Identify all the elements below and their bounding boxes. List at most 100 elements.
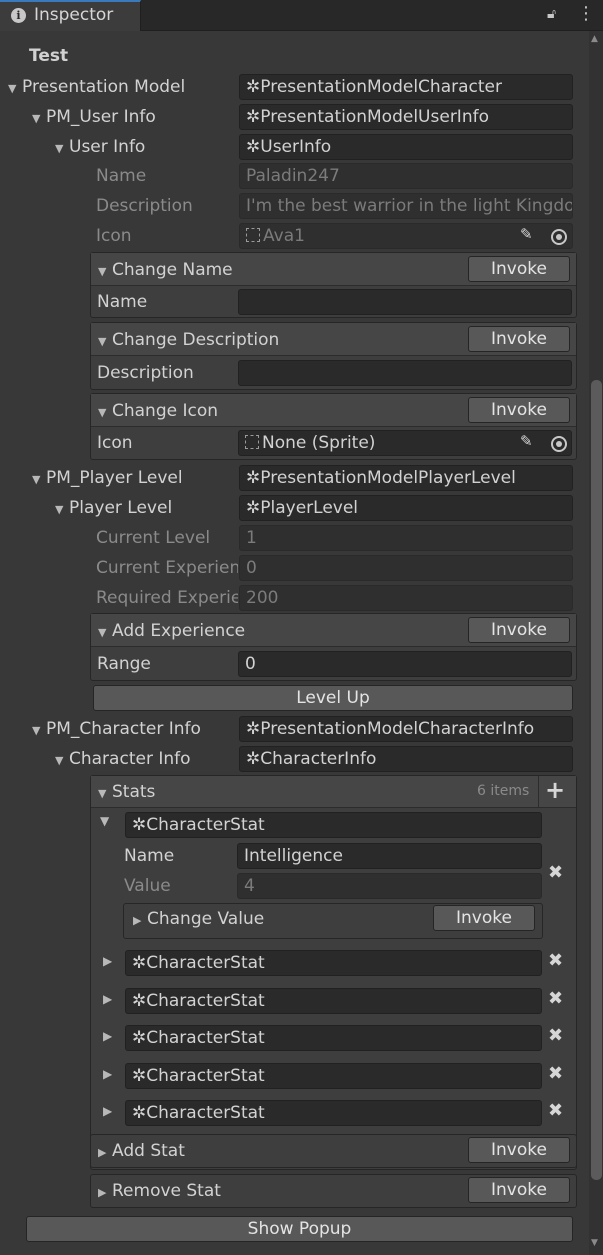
current-experience-label: Current Experien <box>96 558 238 578</box>
foldout-closed-icon[interactable]: ▶ <box>103 1029 112 1043</box>
pm-character-info-value: PresentationModelCharacterInfo <box>260 719 535 739</box>
stat-element-field[interactable]: ✲CharacterStat <box>125 1063 542 1089</box>
change-name-foldout[interactable]: ▼ Change Name <box>98 257 233 283</box>
foldout-open-icon[interactable]: ▼ <box>100 814 109 828</box>
pm-user-info-field[interactable]: ✲PresentationModelUserInfo <box>239 104 573 130</box>
required-experience-field: 200 <box>239 585 573 611</box>
add-stat-invoke-button[interactable]: Invoke <box>468 1137 570 1163</box>
stats-foldout[interactable]: ▼ Stats <box>98 779 155 805</box>
presentation-model-value: PresentationModelCharacter <box>260 77 502 97</box>
foldout-open-icon: ▼ <box>98 265 107 278</box>
presentation-model-foldout[interactable]: ▼ Presentation Model <box>8 74 238 100</box>
user-info-foldout[interactable]: ▼ User Info <box>55 134 238 160</box>
info-icon: i <box>11 8 26 23</box>
foldout-closed-icon[interactable]: ▶ <box>103 1067 112 1081</box>
remove-stat-foldout[interactable]: ▶ Remove Stat <box>98 1178 221 1204</box>
foldout-open-icon: ▼ <box>98 335 107 348</box>
add-element-icon[interactable]: + <box>545 777 565 803</box>
change-value-foldout[interactable]: ▶ Change Value <box>133 906 264 932</box>
remove-stat-invoke-button[interactable]: Invoke <box>468 1177 570 1203</box>
user-name-label: Name <box>96 166 147 186</box>
stat-name-input[interactable]: Intelligence <box>237 843 542 869</box>
tab-inspector-label: Inspector <box>34 5 114 25</box>
foldout-open-icon: ▼ <box>55 754 64 767</box>
pm-character-info-field[interactable]: ✲PresentationModelCharacterInfo <box>239 716 573 742</box>
change-name-param-input[interactable] <box>238 289 572 315</box>
pm-player-level-field[interactable]: ✲PresentationModelPlayerLevel <box>239 465 573 491</box>
change-icon-label: Change Icon <box>112 401 219 421</box>
player-level-value: PlayerLevel <box>260 498 359 518</box>
character-info-field[interactable]: ✲CharacterInfo <box>239 746 573 772</box>
stat-element-field[interactable]: ✲CharacterStat <box>125 812 542 838</box>
stat-element-value: CharacterStat <box>146 1103 265 1123</box>
pencil-icon[interactable]: ✎ <box>520 432 533 450</box>
player-level-field[interactable]: ✲PlayerLevel <box>239 495 573 521</box>
change-icon-invoke-button[interactable]: Invoke <box>468 397 570 423</box>
level-up-button[interactable]: Level Up <box>93 685 573 711</box>
add-stat-foldout[interactable]: ▶ Add Stat <box>98 1138 185 1164</box>
foldout-open-icon: ▼ <box>32 473 41 486</box>
change-value-invoke-button[interactable]: Invoke <box>433 905 535 931</box>
change-description-invoke-button[interactable]: Invoke <box>468 326 570 352</box>
change-icon-param-value: None (Sprite) <box>262 433 376 453</box>
stat-element-field[interactable]: ✲CharacterStat <box>125 950 542 976</box>
show-popup-button[interactable]: Show Popup <box>26 1216 573 1242</box>
pencil-icon[interactable]: ✎ <box>520 225 533 243</box>
component-title: Test <box>29 46 69 66</box>
pm-user-info-label: PM_User Info <box>46 107 156 127</box>
character-info-foldout[interactable]: ▼ Character Info <box>55 746 238 772</box>
change-name-invoke-button[interactable]: Invoke <box>468 256 570 282</box>
scroll-up-icon[interactable]: ▲ <box>591 34 598 44</box>
foldout-closed-icon[interactable]: ▶ <box>103 954 112 968</box>
pm-user-info-foldout[interactable]: ▼ PM_User Info <box>32 104 238 130</box>
stat-element-field[interactable]: ✲CharacterStat <box>125 1025 542 1051</box>
add-experience-invoke-button[interactable]: Invoke <box>468 617 570 643</box>
user-info-value: UserInfo <box>260 137 332 157</box>
lock-icon[interactable]: 🔓︎ <box>547 6 556 22</box>
foldout-open-icon: ▼ <box>32 112 41 125</box>
add-experience-param-label: Range <box>97 654 151 674</box>
remove-element-icon[interactable]: ✖ <box>548 1025 563 1046</box>
pm-player-level-foldout[interactable]: ▼ PM_Player Level <box>32 465 238 491</box>
add-experience-param-input[interactable]: 0 <box>238 651 572 677</box>
stat-element-field[interactable]: ✲CharacterStat <box>125 988 542 1014</box>
scroll-down-icon[interactable]: ▼ <box>591 1238 598 1248</box>
foldout-closed-icon: ▶ <box>98 1146 107 1159</box>
user-description-field: I'm the best warrior in the light Kingdo <box>239 193 573 219</box>
required-experience-label: Required Experie <box>96 588 238 608</box>
change-description-foldout[interactable]: ▼ Change Description <box>98 327 279 353</box>
remove-element-icon[interactable]: ✖ <box>548 950 563 971</box>
foldout-open-icon: ▼ <box>8 82 17 95</box>
stat-value-label: Value <box>124 876 171 896</box>
change-description-param-input[interactable] <box>238 360 572 386</box>
pm-character-info-foldout[interactable]: ▼ PM_Character Info <box>32 716 238 742</box>
pm-player-level-value: PresentationModelPlayerLevel <box>260 468 516 488</box>
change-name-param-label: Name <box>97 292 148 312</box>
foldout-open-icon: ▼ <box>55 142 64 155</box>
stat-element-value: CharacterStat <box>146 991 265 1011</box>
presentation-model-field[interactable]: ✲PresentationModelCharacter <box>239 74 573 100</box>
foldout-open-icon: ▼ <box>98 406 107 419</box>
user-info-label: User Info <box>69 137 146 157</box>
change-icon-foldout[interactable]: ▼ Change Icon <box>98 398 218 424</box>
stats-label: Stats <box>112 782 156 802</box>
remove-element-icon[interactable]: ✖ <box>548 1063 563 1084</box>
divider <box>538 776 539 808</box>
more-options-icon[interactable]: ⋮ <box>577 3 595 24</box>
player-level-foldout[interactable]: ▼ Player Level <box>55 495 238 521</box>
user-description-label: Description <box>96 196 193 216</box>
object-picker-icon[interactable] <box>551 229 567 250</box>
user-info-field[interactable]: ✲UserInfo <box>239 134 573 160</box>
foldout-closed-icon: ▶ <box>98 1186 107 1199</box>
remove-element-icon[interactable]: ✖ <box>548 862 563 883</box>
remove-element-icon[interactable]: ✖ <box>548 988 563 1009</box>
user-icon-value: Ava1 <box>263 226 305 246</box>
object-picker-icon[interactable] <box>551 436 567 457</box>
foldout-closed-icon[interactable]: ▶ <box>103 1104 112 1118</box>
remove-element-icon[interactable]: ✖ <box>548 1100 563 1121</box>
change-description-label: Change Description <box>112 330 280 350</box>
add-experience-foldout[interactable]: ▼ Add Experience <box>98 618 245 644</box>
stat-element-field[interactable]: ✲CharacterStat <box>125 1100 542 1126</box>
scrollbar-thumb[interactable] <box>591 380 602 1180</box>
foldout-closed-icon[interactable]: ▶ <box>103 992 112 1006</box>
